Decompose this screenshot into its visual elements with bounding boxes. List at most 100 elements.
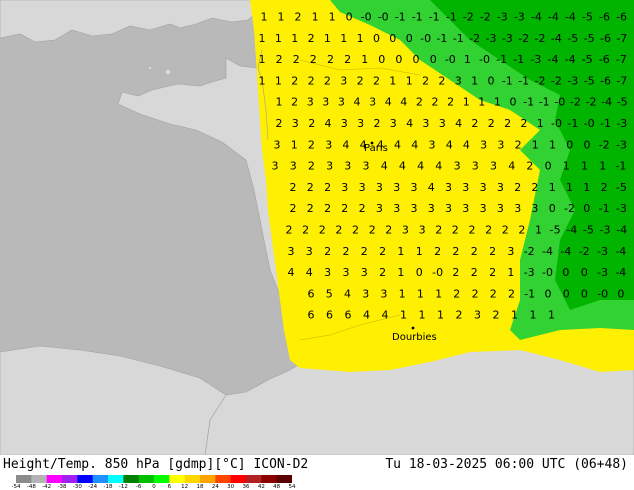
legend-swatch: [246, 475, 262, 483]
grid-value: 1: [511, 309, 518, 322]
grid-value: 3: [362, 287, 369, 300]
legend-swatch: [46, 475, 63, 483]
legend-label: 54: [288, 484, 296, 490]
grid-value: 3: [480, 202, 487, 215]
grid-value: -4: [565, 53, 576, 66]
grid-value: 0: [416, 266, 423, 279]
grid-value: 1: [532, 138, 539, 151]
land-channel-island: [147, 65, 153, 71]
grid-value: 6: [345, 309, 352, 322]
grid-value: -4: [615, 245, 626, 258]
legend-label: 42: [257, 484, 265, 490]
grid-value: 3: [462, 181, 469, 194]
grid-value: 1: [507, 266, 514, 279]
grid-value: 2: [452, 266, 459, 279]
map-canvas: 1 1 2 1 1 0 -0 -0 -1 -1 -1 -1 -2 -2 -3 -3 -4 -4 -4 -5 -6 -61 1…: [0, 0, 634, 455]
grid-value: 2: [485, 224, 492, 237]
grid-value: 3: [359, 181, 366, 194]
grid-value: -4: [548, 11, 559, 24]
legend-swatch: [230, 475, 247, 483]
grid-value: -1: [446, 11, 457, 24]
grid-value: -4: [560, 245, 571, 258]
grid-value: 2: [291, 74, 298, 87]
grid-value: 2: [373, 74, 380, 87]
legend-label: 6: [167, 484, 172, 490]
grid-value: 4: [306, 266, 313, 279]
grid-value: 3: [428, 202, 435, 215]
legend-swatch: [123, 475, 140, 483]
grid-value: 0: [346, 11, 353, 24]
grid-value: 2: [526, 160, 533, 173]
legend-label: -12: [118, 484, 128, 490]
grid-value: 0: [566, 138, 573, 151]
grid-value: -1: [539, 96, 550, 109]
legend-label: 24: [211, 484, 219, 490]
grid-value: 1: [494, 96, 501, 109]
grid-value: 3: [343, 266, 350, 279]
grid-value: -1: [502, 74, 513, 87]
grid-value: 2: [308, 74, 315, 87]
grid-value: -0: [554, 96, 565, 109]
grid-value: 2: [290, 181, 297, 194]
grid-value: 0: [373, 32, 380, 45]
grid-value: 1: [291, 138, 298, 151]
grid-value: -0: [584, 117, 595, 130]
grid-value: -1: [567, 117, 578, 130]
grid-value: -1: [453, 32, 464, 45]
grid-value: 2: [341, 202, 348, 215]
legend-swatch: [200, 475, 216, 483]
grid-value: 4: [411, 138, 418, 151]
grid-value: 0: [395, 53, 402, 66]
grid-value: -3: [514, 11, 525, 24]
grid-value: -3: [600, 224, 611, 237]
grid-value: 3: [369, 96, 376, 109]
legend-label: 30: [227, 484, 235, 490]
grid-value: 4: [508, 160, 515, 173]
legend-swatch: [31, 475, 48, 483]
grid-value: 3: [497, 138, 504, 151]
grid-value: 1: [275, 32, 282, 45]
grid-value: 0: [545, 287, 552, 300]
grid-value: 3: [326, 160, 333, 173]
grid-value: 3: [324, 266, 331, 279]
grid-value: -6: [600, 32, 611, 45]
grid-value: 1: [416, 245, 423, 258]
grid-value: 1: [537, 117, 544, 130]
grid-value: 2: [472, 287, 479, 300]
grid-value: 0: [545, 160, 552, 173]
color-scale-labels: -54 -48 -42 -38 -30 -24 -18 -12 -6 0 6 12 18 24 30 36 42…: [12, 484, 306, 490]
grid-value: -2: [469, 32, 480, 45]
grid-value: 2: [357, 74, 364, 87]
grid-value: -4: [565, 11, 576, 24]
grid-value: 2: [324, 74, 331, 87]
grid-value: -6: [599, 53, 610, 66]
grid-value: 2: [489, 266, 496, 279]
grid-value: -5: [584, 32, 595, 45]
legend-label: 18: [196, 484, 204, 490]
grid-value: 3: [325, 138, 332, 151]
grid-value: 3: [288, 245, 295, 258]
grid-value: 2: [361, 245, 368, 258]
grid-value: -1: [615, 160, 626, 173]
grid-value: -3: [616, 138, 627, 151]
grid-value: -3: [530, 53, 541, 66]
grid-value: 0: [617, 287, 624, 300]
grid-value: -4: [566, 224, 577, 237]
grid-value: -5: [567, 32, 578, 45]
grid-value: 2: [453, 287, 460, 300]
grid-value: 0: [583, 202, 590, 215]
grid-value: 1: [259, 32, 266, 45]
grid-value: 4: [344, 287, 351, 300]
grid-value: 3: [454, 160, 461, 173]
grid-value: 1: [549, 181, 556, 194]
grid-value: 2: [435, 224, 442, 237]
grid-value: -5: [584, 74, 595, 87]
grid-value: 1: [399, 287, 406, 300]
grid-value: 6: [308, 309, 315, 322]
grid-value: -2: [570, 96, 581, 109]
grid-value: -4: [531, 11, 542, 24]
grid-value: 0: [584, 138, 591, 151]
grid-value: 4: [435, 160, 442, 173]
legend-swatch: [215, 475, 232, 483]
grid-value: 1: [357, 32, 364, 45]
